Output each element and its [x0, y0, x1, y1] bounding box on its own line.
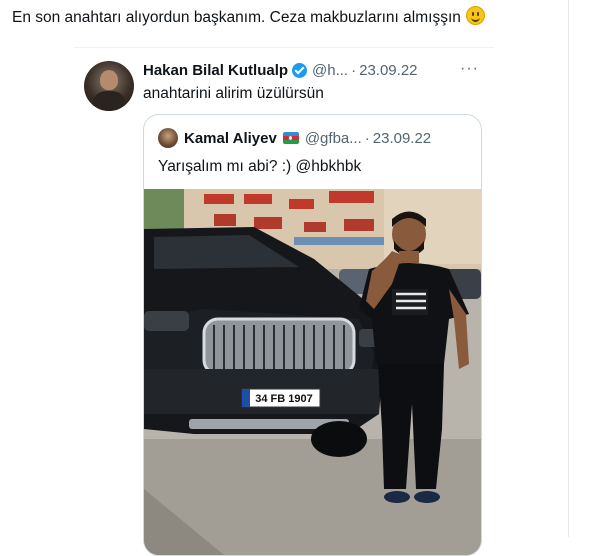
reply-text-content: En son anahtarı alıyordun başkanım. Ceza… — [12, 9, 461, 26]
quoted-author-name[interactable]: Kamal Aliyev — [184, 130, 277, 147]
more-options-icon[interactable]: ··· — [460, 60, 479, 78]
author-avatar[interactable] — [84, 61, 134, 111]
license-plate-text: 34 FB 1907 — [255, 393, 312, 405]
quoted-tweet-card[interactable]: Kamal Aliyev @gfba... · 23.09.22 Yarışal… — [143, 114, 482, 556]
tweet-text: anahtarini alirim üzülürsün — [143, 85, 324, 102]
verified-badge-icon[interactable] — [292, 62, 308, 78]
author-name[interactable]: Hakan Bilal Kutlualp — [143, 62, 288, 79]
column-divider — [568, 0, 569, 537]
header-separator: · — [351, 61, 357, 79]
azerbaijan-flag-icon — [282, 132, 299, 144]
author-handle[interactable]: @h... — [312, 62, 348, 79]
quoted-tweet-text: Yarışalım mı abi? :) @hbkhbk — [158, 158, 362, 175]
reply-text: En son anahtarı alıyordun başkanım. Ceza… — [12, 6, 486, 29]
quoted-header-separator: · — [364, 129, 370, 147]
quoted-author-handle[interactable]: @gfba... — [305, 130, 362, 147]
smiling-face-emoji-icon — [466, 6, 486, 25]
photo-illustration: 34 FB 1907 — [144, 189, 481, 555]
tweet-divider — [74, 47, 494, 48]
quoted-tweet-photo[interactable]: 34 FB 1907 — [144, 189, 481, 555]
quoted-tweet-header: Kamal Aliyev @gfba... · 23.09.22 — [158, 127, 431, 149]
quoted-tweet-date[interactable]: 23.09.22 — [373, 130, 431, 147]
tweet-date[interactable]: 23.09.22 — [359, 62, 417, 79]
quoted-author-avatar[interactable] — [158, 128, 178, 148]
tweet-header: Hakan Bilal Kutlualp @h... · 23.09.22 — [143, 60, 418, 80]
